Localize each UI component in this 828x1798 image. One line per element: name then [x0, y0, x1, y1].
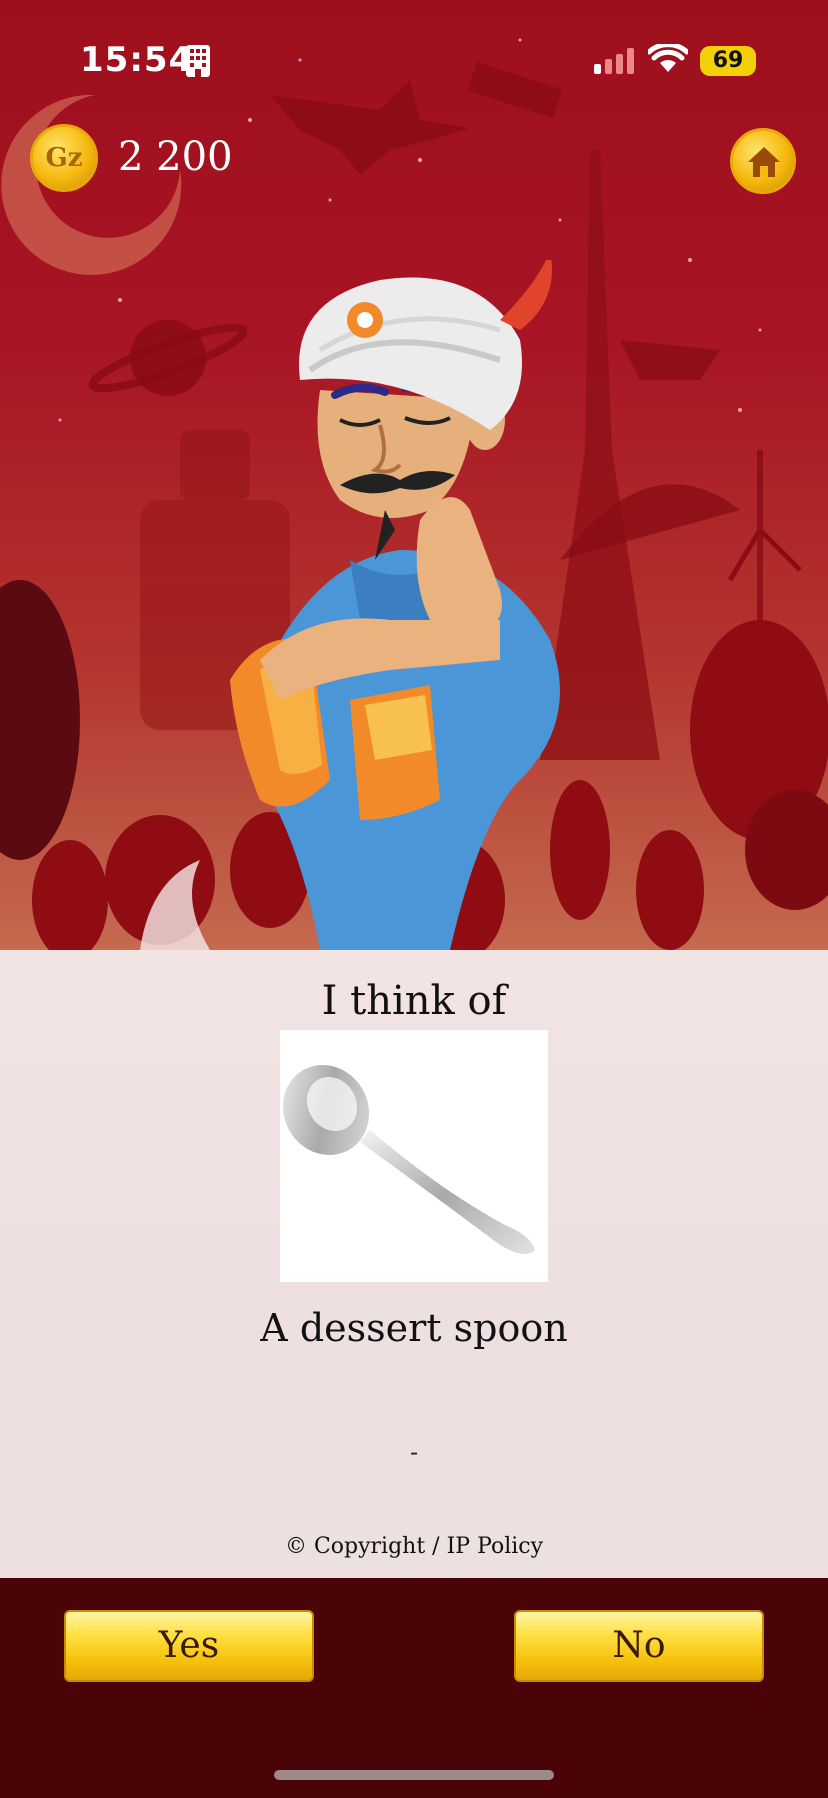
home-indicator[interactable]	[274, 1770, 554, 1780]
result-title: I think of	[321, 978, 507, 1024]
status-time: 15:54	[80, 40, 194, 80]
wifi-icon	[648, 44, 688, 72]
battery-indicator: 69	[700, 46, 756, 76]
result-panel: I think of A dessert spoon - © Copyright…	[0, 950, 828, 1578]
spoon-image	[282, 1064, 535, 1254]
home-button[interactable]	[730, 128, 796, 194]
genie-illustration	[230, 260, 560, 950]
home-icon	[748, 147, 780, 177]
guess-description: -	[409, 1438, 419, 1466]
coin-icon: Gz	[30, 124, 98, 192]
coin-count: 2 200	[118, 134, 233, 180]
copyright-link[interactable]: © Copyright / IP Policy	[0, 1534, 828, 1559]
status-bar: 15:54 69	[0, 0, 828, 110]
guess-name: A dessert spoon	[260, 1306, 568, 1350]
answer-bar: Yes No	[0, 1578, 828, 1798]
guess-image	[280, 1030, 548, 1282]
signal-icon	[594, 48, 634, 74]
yes-button[interactable]: Yes	[64, 1610, 314, 1682]
no-button[interactable]: No	[514, 1610, 764, 1682]
building-icon	[186, 45, 210, 77]
